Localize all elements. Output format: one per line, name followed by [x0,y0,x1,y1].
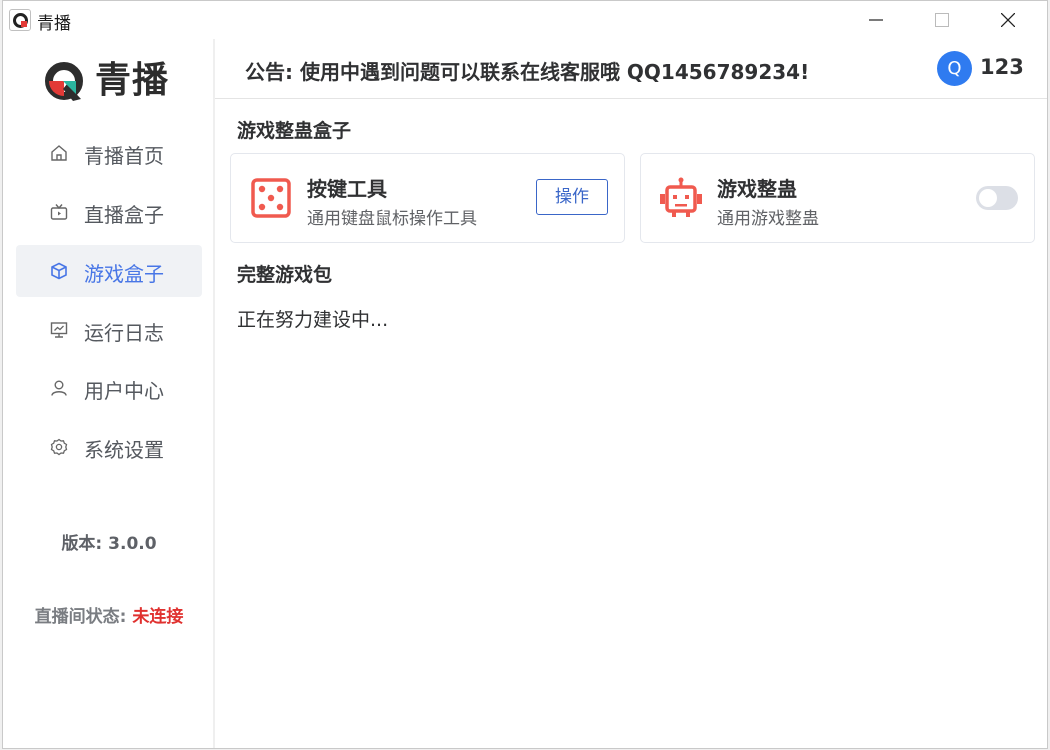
sidebar-item-label: 青播首页 [84,144,164,168]
card-title: 游戏整蛊 [717,177,797,201]
sidebar-item-label: 运行日志 [84,321,164,345]
card-description: 通用游戏整蛊 [717,209,819,229]
status-label: 直播间状态: [34,607,133,627]
live-room-status: 直播间状态: 未连接 [3,602,215,627]
close-icon [1001,13,1015,27]
home-icon [51,145,67,161]
sidebar-item-settings[interactable]: 系统设置 [16,421,202,473]
avatar[interactable]: Q [937,51,972,86]
sidebar-item-run-log[interactable]: 运行日志 [16,304,202,356]
robot-icon [660,177,702,217]
sidebar-item-game-box[interactable]: 游戏盒子 [16,245,202,297]
sidebar-item-label: 直播盒子 [84,203,164,227]
app-logo-icon [9,9,31,31]
close-button[interactable] [985,1,1031,39]
sidebar-item-live-box[interactable]: 直播盒子 [16,186,202,238]
toggle-knob [979,189,997,207]
card-description: 通用键盘鼠标操作工具 [307,209,477,229]
brand-logo: 青播 [43,59,183,105]
minimize-button[interactable] [853,1,899,39]
game-prank-toggle[interactable] [976,186,1018,210]
section-title-prank-box: 游戏整蛊盒子 [237,120,352,142]
monitor-chart-icon [50,322,68,338]
sidebar-item-label: 用户中心 [84,379,164,403]
cube-icon [51,262,67,280]
window-title: 青播 [37,14,71,34]
gear-icon [50,438,68,456]
tv-icon [50,204,68,220]
maximize-icon [935,13,949,27]
title-bar[interactable]: 青播 [3,1,1047,39]
card-key-tool: 按键工具 通用键盘鼠标操作工具 操作 [230,153,625,243]
brand-name: 青播 [95,60,170,101]
under-construction-text: 正在努力建设中... [237,309,389,331]
sidebar-item-label: 游戏盒子 [84,262,164,286]
section-title-full-game-pack: 完整游戏包 [237,264,333,286]
status-value: 未连接 [132,607,184,627]
minimize-icon [869,19,883,21]
operate-button[interactable]: 操作 [536,179,608,215]
dice-icon [251,178,291,218]
brand-logo-icon [45,62,83,101]
app-window: 青播 青播 青播首页 直播盒子 游戏盒子 运行日志 用户中心 系统设置 版本: … [2,0,1048,749]
user-id: 123 [980,55,1024,79]
main-content: 游戏整蛊盒子 按键工具 通用键盘鼠标操作工具 操作 游戏整蛊 通用游戏整蛊 完整… [215,99,1047,748]
card-title: 按键工具 [307,177,387,201]
sidebar-item-user-center[interactable]: 用户中心 [16,362,202,414]
version-label: 版本: 3.0.0 [61,534,157,554]
maximize-button[interactable] [919,1,965,39]
user-icon [51,380,67,396]
sidebar-item-label: 系统设置 [84,438,164,462]
announcement: 公告: 使用中遇到问题可以联系在线客服哦 QQ1456789234! [245,60,810,84]
header-bar: 公告: 使用中遇到问题可以联系在线客服哦 QQ1456789234! Q 123 [215,39,1047,99]
card-game-prank: 游戏整蛊 通用游戏整蛊 [640,153,1035,243]
sidebar: 青播 青播首页 直播盒子 游戏盒子 运行日志 用户中心 系统设置 版本: 3.0… [3,39,215,748]
sidebar-item-home[interactable]: 青播首页 [16,127,202,179]
